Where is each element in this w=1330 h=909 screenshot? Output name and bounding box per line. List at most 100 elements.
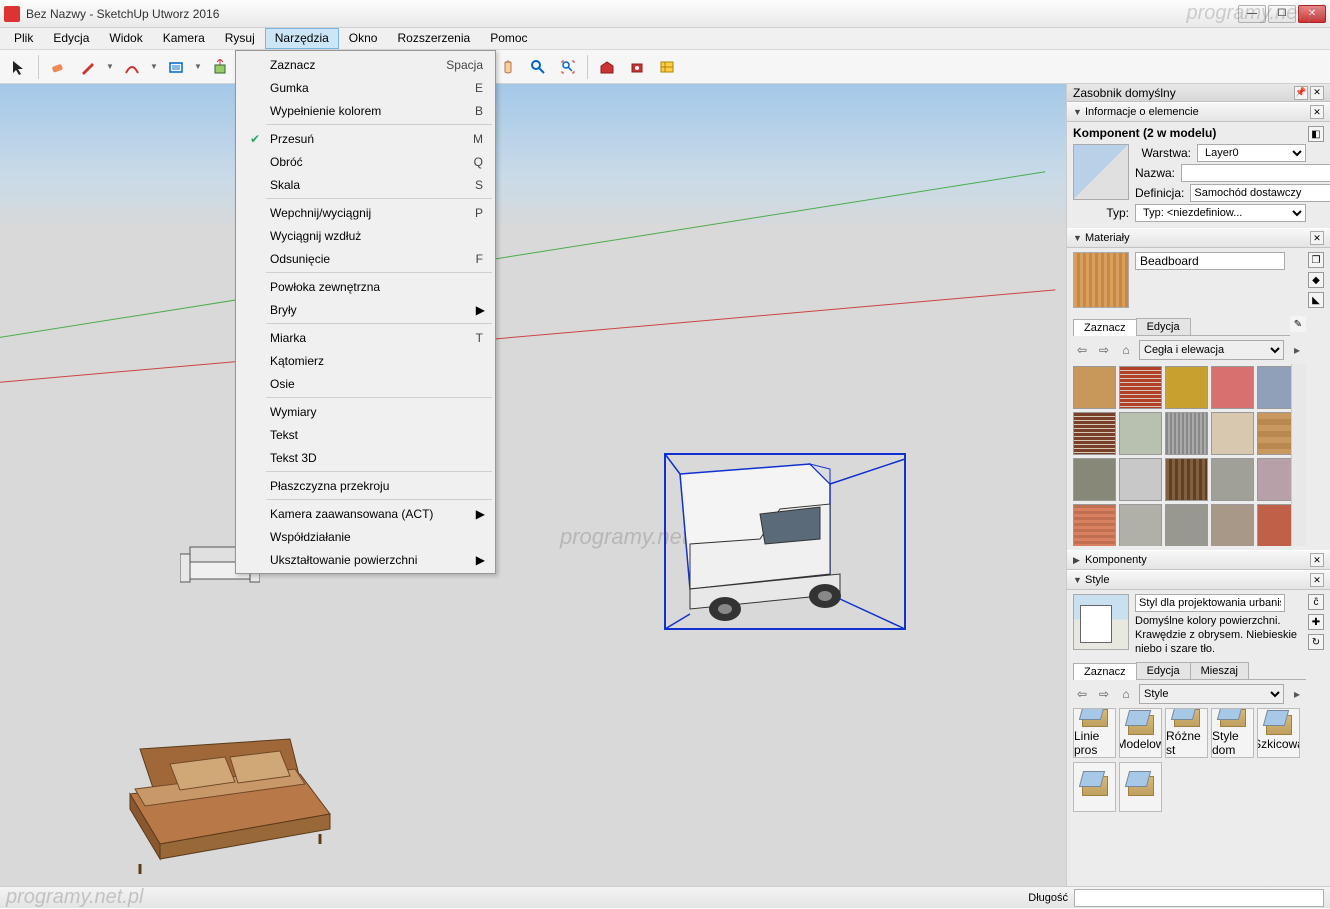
style-update-icon[interactable]: ĉ [1308, 594, 1324, 610]
nav-forward-icon[interactable]: ⇨ [1095, 685, 1113, 703]
menu-item-gumka[interactable]: GumkaE [238, 76, 493, 99]
pushpull-tool-icon[interactable] [207, 54, 233, 80]
rectangle-tool-icon[interactable] [163, 54, 189, 80]
panel-close-icon[interactable]: ✕ [1310, 573, 1324, 587]
pencil-dropdown-icon[interactable]: ▼ [105, 62, 115, 71]
style-category-select[interactable]: Style [1139, 684, 1284, 704]
style-folder[interactable]: Linie pros [1073, 708, 1116, 758]
home-icon[interactable]: ⌂ [1117, 685, 1135, 703]
material-swatch[interactable] [1073, 366, 1116, 409]
material-swatch[interactable] [1165, 412, 1208, 455]
material-swatch[interactable] [1073, 412, 1116, 455]
type-select[interactable]: Typ: <niezdefiniow... [1135, 204, 1306, 222]
style-create-icon[interactable]: ✚ [1308, 614, 1324, 630]
style-folder[interactable]: Modelow [1119, 708, 1162, 758]
tray-close-icon[interactable]: ✕ [1310, 86, 1324, 100]
material-swatch[interactable] [1211, 366, 1254, 409]
layout-tool-icon[interactable] [654, 54, 680, 80]
warehouse-tool-icon[interactable] [594, 54, 620, 80]
components-header[interactable]: ▶ Komponenty ✕ [1067, 550, 1330, 570]
select-tool-icon[interactable] [6, 54, 32, 80]
material-swatch[interactable] [1211, 458, 1254, 501]
tab-zaznacz[interactable]: Zaznacz [1073, 319, 1137, 336]
panel-close-icon[interactable]: ✕ [1310, 105, 1324, 119]
panel-close-icon[interactable]: ✕ [1310, 231, 1324, 245]
menu-kamera[interactable]: Kamera [153, 28, 215, 49]
material-swatch[interactable] [1211, 504, 1254, 546]
material-create-icon[interactable]: ❐ [1308, 252, 1324, 268]
menu-plik[interactable]: Plik [4, 28, 43, 49]
menu-item-wsp-dzia-anie[interactable]: Współdziałanie [238, 525, 493, 548]
menu-item-wyci-gnij-wzd-u-[interactable]: Wyciągnij wzdłuż [238, 224, 493, 247]
menu-narzędzia[interactable]: Narzędzia [265, 28, 339, 49]
viewport-3d[interactable]: programy.net.pl [0, 84, 1066, 886]
menu-rysuj[interactable]: Rysuj [215, 28, 265, 49]
scrollbar[interactable] [1291, 364, 1306, 546]
style-refresh-icon[interactable]: ↻ [1308, 634, 1324, 650]
menu-item-osie[interactable]: Osie [238, 372, 493, 395]
entity-hide-icon[interactable]: ◧ [1308, 126, 1324, 142]
menu-item-wype-nienie-kolorem[interactable]: Wypełnienie koloremB [238, 99, 493, 122]
zoom-tool-icon[interactable] [525, 54, 551, 80]
material-swatch[interactable] [1119, 458, 1162, 501]
style-name-input[interactable] [1135, 594, 1285, 612]
menu-okno[interactable]: Okno [339, 28, 388, 49]
material-default-icon[interactable]: ◆ [1308, 272, 1324, 288]
truck-model-selected[interactable] [660, 444, 910, 644]
material-swatch[interactable] [1165, 366, 1208, 409]
menu-item-pow-oka-zewn-trzna[interactable]: Powłoka zewnętrzna [238, 275, 493, 298]
menu-edycja[interactable]: Edycja [43, 28, 99, 49]
menu-pomoc[interactable]: Pomoc [480, 28, 537, 49]
measurement-input[interactable] [1074, 889, 1324, 907]
pan-tool-icon[interactable] [495, 54, 521, 80]
material-name-input[interactable]: Beadboard [1135, 252, 1285, 270]
tab-mieszaj[interactable]: Mieszaj [1190, 662, 1249, 679]
menu-item-ukszta-towanie-powierzchni[interactable]: Ukształtowanie powierzchni▶ [238, 548, 493, 571]
shape-dropdown-icon[interactable]: ▼ [193, 62, 203, 71]
style-folder[interactable]: Style dom [1211, 708, 1254, 758]
arc-tool-icon[interactable] [119, 54, 145, 80]
tab-zaznacz[interactable]: Zaznacz [1073, 663, 1137, 680]
menu-item-obr-[interactable]: ObróćQ [238, 150, 493, 173]
menu-item-wymiary[interactable]: Wymiary [238, 400, 493, 423]
tray-title-bar[interactable]: Zasobnik domyślny 📌 ✕ [1067, 84, 1330, 102]
style-folder[interactable]: Szkicowa [1257, 708, 1300, 758]
menu-widok[interactable]: Widok [99, 28, 152, 49]
menu-item-zaznacz[interactable]: ZaznaczSpacja [238, 53, 493, 76]
definition-input[interactable] [1190, 184, 1330, 202]
tab-edycja[interactable]: Edycja [1136, 318, 1191, 335]
menu-item-tekst[interactable]: Tekst [238, 423, 493, 446]
material-category-select[interactable]: Cegła i elewacja [1139, 340, 1284, 360]
details-icon[interactable]: ▸ [1288, 685, 1306, 703]
panel-close-icon[interactable]: ✕ [1310, 553, 1324, 567]
material-swatch[interactable] [1257, 366, 1291, 409]
tab-edycja[interactable]: Edycja [1136, 662, 1191, 679]
layer-select[interactable]: Layer0 [1197, 144, 1306, 162]
details-icon[interactable]: ▸ [1288, 341, 1306, 359]
material-swatch[interactable] [1257, 504, 1291, 546]
materials-header[interactable]: ▼ Materiały ✕ [1067, 228, 1330, 248]
material-swatch[interactable] [1257, 458, 1291, 501]
menu-item-kamera-zaawansowana-act-[interactable]: Kamera zaawansowana (ACT)▶ [238, 502, 493, 525]
styles-header[interactable]: ▼ Style ✕ [1067, 570, 1330, 590]
arc-dropdown-icon[interactable]: ▼ [149, 62, 159, 71]
menu-item-bry-y[interactable]: Bryły▶ [238, 298, 493, 321]
pin-icon[interactable]: 📌 [1294, 86, 1308, 100]
menu-rozszerzenia[interactable]: Rozszerzenia [387, 28, 480, 49]
menu-item-miarka[interactable]: MiarkaT [238, 326, 493, 349]
pencil-tool-icon[interactable] [75, 54, 101, 80]
material-swatch[interactable] [1073, 458, 1116, 501]
material-swatch[interactable] [1119, 366, 1162, 409]
menu-item-wepchnij-wyci-gnij[interactable]: Wepchnij/wyciągnijP [238, 201, 493, 224]
style-folder[interactable] [1073, 762, 1116, 812]
menu-item-tekst-3d[interactable]: Tekst 3D [238, 446, 493, 469]
entity-info-header[interactable]: ▼ Informacje o elemencie ✕ [1067, 102, 1330, 122]
material-swatch[interactable] [1257, 412, 1291, 455]
home-icon[interactable]: ⌂ [1117, 341, 1135, 359]
material-swatch[interactable] [1165, 504, 1208, 546]
name-input[interactable] [1181, 164, 1330, 182]
nav-back-icon[interactable]: ⇦ [1073, 341, 1091, 359]
menu-item-przesu-[interactable]: ✔PrzesuńM [238, 127, 493, 150]
zoom-extents-tool-icon[interactable] [555, 54, 581, 80]
menu-item-p-aszczyzna-przekroju[interactable]: Płaszczyzna przekroju [238, 474, 493, 497]
